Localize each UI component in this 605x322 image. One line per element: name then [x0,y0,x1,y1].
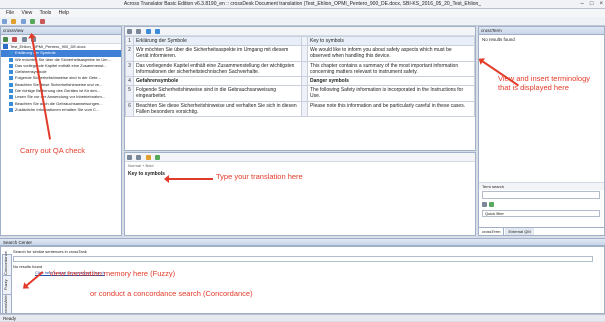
maximize-icon[interactable]: □ [590,0,594,9]
segment-toolbar [125,27,475,36]
toolbar-icon[interactable] [20,19,26,24]
toolbar-icon[interactable] [2,19,7,24]
segment-icon [9,70,13,75]
menu-bar: File View Tools Help [0,9,605,17]
segment-table: 1 Erklärung der Symbole Key to symbols 2… [125,35,475,118]
toolbar-icon[interactable] [127,29,132,34]
search-input-label: Search for similar sentences in crossTan… [13,249,87,254]
crossterm-no-results: No results found [482,37,515,42]
menu-help[interactable]: Help [59,10,69,16]
crossview-title: crossView [1,27,121,35]
window-controls[interactable]: – □ × [581,0,603,9]
document-icon [3,44,8,50]
menu-file[interactable]: File [6,10,14,16]
status-bar: Ready [0,314,605,321]
editor-toolbar [125,153,475,162]
bold-icon[interactable] [127,155,132,160]
segment-icon [9,107,13,112]
crossterm-panel: crossTerm No results found Term search Q… [478,26,605,236]
segment-icon [9,76,13,81]
main-toolbar [0,17,605,26]
segment-icon [9,51,13,56]
add-icon[interactable] [489,202,495,207]
qa-check-icon[interactable] [12,37,18,42]
annotation-type: Type your translation here [216,172,303,181]
segment-row[interactable]: 6 Beachten Sie diese Sicherheitshinweise… [125,100,475,118]
close-icon[interactable]: × [599,0,603,9]
tab-concordance[interactable]: Concordance [2,251,12,276]
toolbar-icon[interactable] [136,29,142,34]
toolbar-icon[interactable] [155,155,161,160]
segment-icon [9,95,13,100]
segment-icon [9,57,13,62]
annotation-arrow-type [164,175,213,183]
segment-row[interactable]: 5 Folgende Sicherheitshinweise sind in d… [125,85,475,102]
italic-icon[interactable] [136,155,142,160]
annotation-tm-concordance: or conduct a concordance search (Concord… [90,289,253,298]
segment-icon [9,82,13,87]
toolbar-icon[interactable] [39,19,45,24]
qa-check-icon[interactable] [3,37,8,42]
segment-row[interactable]: 2 Wir möchten Sie über die Sicherheitsas… [125,45,475,62]
toolbar-icon[interactable] [30,19,36,24]
segment-panel: 1 Erklärung der Symbole Key to symbols 2… [124,26,476,151]
toolbar-icon[interactable] [155,29,161,34]
segment-icon [9,63,13,68]
crossterm-title: crossTerm [479,27,604,35]
term-search-input[interactable] [482,191,600,199]
minimize-icon[interactable]: – [581,0,584,9]
search-input[interactable] [13,256,593,262]
menu-view[interactable]: View [21,10,32,16]
segment-row[interactable]: 1 Erklärung der Symbole Key to symbols [125,35,475,47]
term-search-tools [482,201,600,208]
editor-panel: Normal + Bold Key to symbols [124,152,476,236]
annotation-tm-fuzzy: View translation memory here (Fuzzy) [49,269,176,278]
segment-row[interactable]: 3 Das vorliegende Kapitel enthält eine Z… [125,60,475,78]
segment-row[interactable]: 4 Gefahrensymbole Danger symbols [125,76,475,87]
tab-fuzzy[interactable]: Fuzzy [2,275,12,295]
menu-tools[interactable]: Tools [40,10,52,16]
annotation-qa: Carry out QA check [20,146,86,155]
tab-crossterm[interactable]: crossTerm [479,228,505,235]
crossview-toolbar [1,35,121,44]
tab-external-qm[interactable]: External QM [505,228,534,235]
search-center-title: Search Center [0,238,605,246]
tree-item[interactable]: Zusätzliche Informationen erhalten Sie v… [1,107,121,113]
quick-filter[interactable]: Quick filter [482,210,600,217]
crossterm-tabs: crossTerm External QM [479,227,604,235]
window-title: Across Translator Basic Edition v6.3.819… [0,0,605,9]
filter-icon[interactable] [21,37,27,42]
term-search-label: Term search [479,182,604,190]
crossview-panel: crossView Test_Ehlion_OPMI_Pentero_900_D… [0,26,122,236]
toolbar-icon[interactable] [11,19,17,24]
search-icon[interactable] [482,202,487,207]
toolbar-icon[interactable] [145,29,151,34]
toolbar-icon[interactable] [145,155,151,160]
segment-icon [9,101,13,106]
tab-crossweb[interactable]: crossWeb [2,294,12,314]
search-center-panel: Concordance Fuzzy crossWeb Search for si… [0,246,605,314]
editor-style-label: Normal + Bold [128,163,154,168]
segment-icon [9,89,13,94]
